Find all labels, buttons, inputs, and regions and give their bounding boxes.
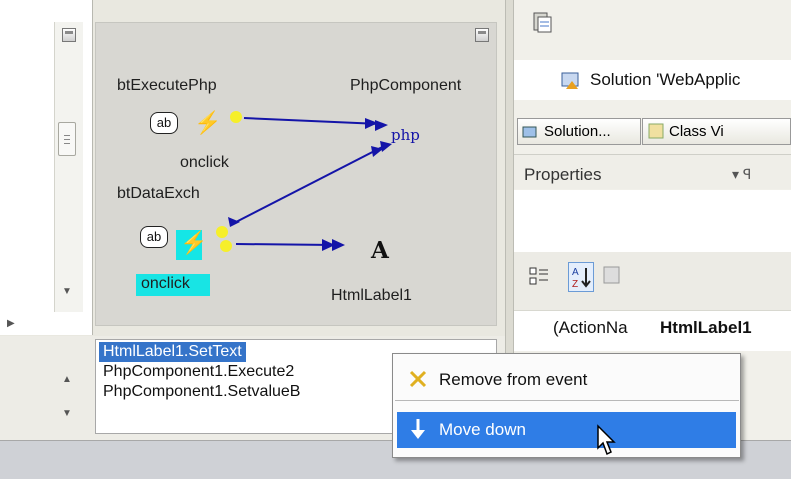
solution-icon: [560, 69, 582, 91]
remove-icon: [407, 368, 429, 395]
list-item[interactable]: HtmlLabel1.SetText: [99, 342, 246, 362]
property-name[interactable]: (ActionNa: [553, 318, 628, 338]
mouse-cursor-icon: [597, 424, 616, 456]
tab-label: Class Vi: [669, 123, 724, 140]
button1-icon[interactable]: ab: [150, 112, 178, 134]
link-exec-php: [243, 117, 381, 125]
arrow-down-icon: [407, 417, 429, 446]
button2-icon[interactable]: ab: [140, 226, 168, 248]
list-item[interactable]: PhpComponent1.Execute2: [99, 362, 298, 382]
event-port[interactable]: [230, 111, 242, 123]
event-port[interactable]: [220, 240, 232, 252]
tab-label: Solution...: [544, 123, 611, 140]
label-icon[interactable]: A: [371, 237, 389, 264]
menu-item-move-down[interactable]: Move down: [397, 412, 736, 448]
event-bolt-icon[interactable]: ⚡: [194, 110, 221, 136]
link-dataexch-label: [235, 243, 336, 246]
class-view-icon: [647, 122, 665, 140]
property-value[interactable]: HtmlLabel1: [660, 318, 752, 338]
scroll-down-icon[interactable]: ▼: [62, 408, 72, 419]
scroll-up-icon[interactable]: ▲: [62, 374, 72, 385]
link-dataexch-php: [235, 143, 389, 223]
svg-text:A: A: [572, 267, 579, 278]
php-component-caption: PhpComponent: [350, 77, 462, 94]
properties-toolbar: [514, 252, 791, 310]
button1-event: onclick: [180, 154, 229, 171]
event-links: [228, 117, 392, 251]
properties-title: Properties: [524, 165, 602, 184]
alphabetical-icon[interactable]: A Z: [568, 262, 594, 292]
menu-item-remove-from-event[interactable]: Remove from event: [397, 362, 736, 398]
event-bolt-icon[interactable]: ⚡: [180, 230, 207, 256]
properties-object-selector[interactable]: [514, 190, 791, 252]
event-port[interactable]: [216, 226, 228, 238]
button2-event: onclick: [141, 275, 190, 292]
label-caption: HtmlLabel1: [331, 287, 412, 304]
solution-title: Solution 'WebApplic: [590, 70, 741, 89]
menu-label: Remove from event: [439, 370, 588, 389]
categorized-icon[interactable]: [528, 265, 550, 287]
menu-separator: [395, 400, 739, 401]
menu-label: Move down: [439, 420, 526, 439]
php-icon[interactable]: php: [391, 126, 420, 144]
property-pages-icon[interactable]: [602, 264, 622, 286]
context-menu: Remove from event Move down: [392, 353, 741, 458]
pin-icon[interactable]: ▾ ꟼ: [732, 166, 751, 183]
solution-tab-icon: [522, 123, 540, 141]
button2-caption: btDataExch: [117, 185, 200, 202]
clipboard-icon[interactable]: [530, 10, 554, 34]
button1-caption: btExecutePhp: [117, 77, 217, 94]
svg-text:Z: Z: [572, 279, 578, 290]
list-item[interactable]: PhpComponent1.SetvalueB: [99, 382, 304, 402]
